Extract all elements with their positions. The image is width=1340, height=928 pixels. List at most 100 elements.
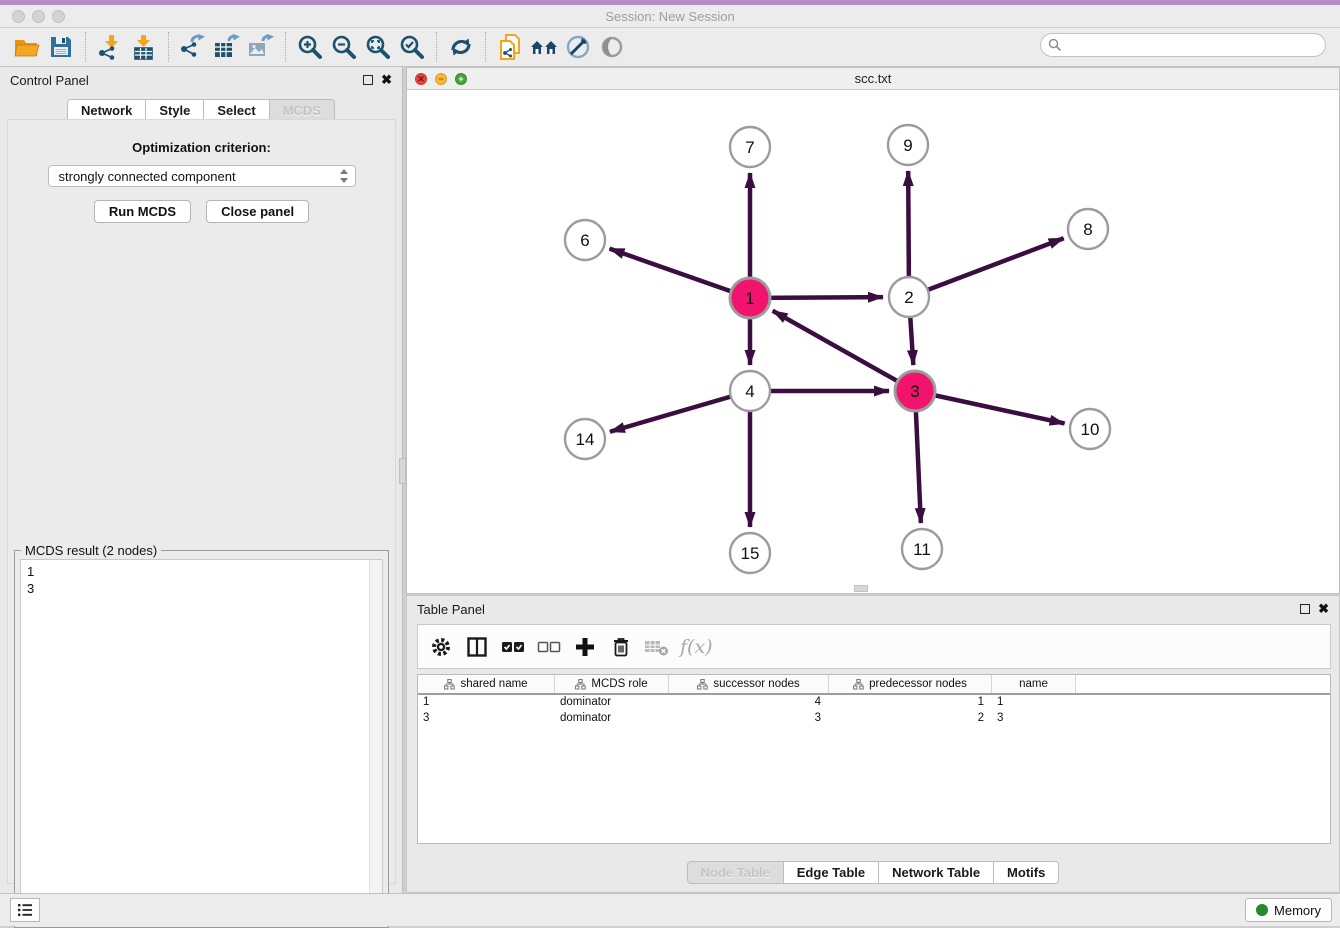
run-mcds-button[interactable]: Run MCDS bbox=[94, 200, 191, 223]
select-all-button[interactable] bbox=[498, 632, 528, 662]
panel-splitter-handle[interactable] bbox=[399, 458, 406, 484]
import-table-button[interactable] bbox=[127, 31, 161, 63]
column-header-label: shared name bbox=[460, 678, 527, 690]
memory-status-icon bbox=[1256, 904, 1268, 916]
graph-node-9[interactable]: 9 bbox=[888, 125, 928, 165]
table-cell[interactable]: 3 bbox=[418, 711, 555, 727]
float-panel-icon[interactable] bbox=[363, 75, 373, 85]
refresh-icon bbox=[448, 34, 474, 60]
import-table-icon bbox=[131, 34, 157, 60]
hide-button[interactable] bbox=[595, 31, 629, 63]
toolbar-separator bbox=[485, 32, 486, 62]
zoom-fit-button[interactable] bbox=[361, 31, 395, 63]
toolbar-separator bbox=[85, 32, 86, 62]
graph-node-15[interactable]: 15 bbox=[730, 533, 770, 573]
table-cell[interactable]: 1 bbox=[418, 695, 555, 711]
float-table-panel-icon[interactable] bbox=[1300, 604, 1310, 614]
graph-edge-3-10[interactable] bbox=[915, 391, 1065, 423]
toolbar-separator bbox=[168, 32, 169, 62]
zoom-selected-button[interactable] bbox=[395, 31, 429, 63]
tab-network-table[interactable]: Network Table bbox=[879, 861, 994, 884]
zoom-out-button[interactable] bbox=[327, 31, 361, 63]
import-network-icon bbox=[97, 34, 123, 60]
table-cell[interactable]: 2 bbox=[829, 711, 992, 727]
table-cell[interactable]: dominator bbox=[555, 711, 669, 727]
tab-motifs[interactable]: Motifs bbox=[994, 861, 1059, 884]
search-field-container bbox=[1040, 33, 1326, 57]
zoom-in-button[interactable] bbox=[293, 31, 327, 63]
clone-network-button[interactable] bbox=[493, 31, 527, 63]
table-cell[interactable]: 3 bbox=[669, 711, 829, 727]
graph-edge-3-1[interactable] bbox=[773, 311, 915, 391]
save-session-button[interactable] bbox=[44, 31, 78, 63]
table-row[interactable]: 3dominator323 bbox=[418, 711, 1330, 727]
column-header-shared-name[interactable]: shared name bbox=[418, 675, 555, 693]
table-cell[interactable]: dominator bbox=[555, 695, 669, 711]
graph-node-10[interactable]: 10 bbox=[1070, 409, 1110, 449]
column-header-successor-nodes[interactable]: successor nodes bbox=[669, 675, 829, 693]
graph-node-3[interactable]: 3 bbox=[895, 371, 935, 411]
mcds-tab-content: Optimization criterion: strongly connect… bbox=[7, 119, 396, 884]
graph-node-7[interactable]: 7 bbox=[730, 127, 770, 167]
tab-node-table[interactable]: Node Table bbox=[687, 861, 784, 884]
export-image-button[interactable] bbox=[244, 31, 278, 63]
network-window-titlebar[interactable]: ✕ − + scc.txt bbox=[407, 68, 1339, 90]
table-settings-button[interactable] bbox=[426, 632, 456, 662]
canvas-resize-handle[interactable] bbox=[854, 585, 868, 592]
table-cell[interactable]: 4 bbox=[669, 695, 829, 711]
tab-edge-table[interactable]: Edge Table bbox=[784, 861, 879, 884]
network-canvas[interactable]: 7 9 6 8 1 2 4 3 14 10 15 11 bbox=[407, 90, 1339, 593]
export-image-icon bbox=[247, 34, 275, 60]
graph-node-11[interactable]: 11 bbox=[902, 529, 942, 569]
mcds-result-area[interactable]: 1 3 bbox=[20, 559, 383, 922]
open-folder-icon bbox=[13, 35, 41, 59]
mcds-result-title: MCDS result (2 nodes) bbox=[21, 543, 161, 558]
graph-node-label: 8 bbox=[1083, 220, 1092, 239]
table-panel-tabs: Node TableEdge TableNetwork TableMotifs bbox=[407, 861, 1339, 884]
graph-edge-1-6[interactable] bbox=[610, 249, 750, 298]
column-header-predecessor-nodes[interactable]: predecessor nodes bbox=[829, 675, 992, 693]
criterion-dropdown[interactable]: strongly connected component bbox=[48, 165, 356, 187]
table-row[interactable]: 1dominator411 bbox=[418, 695, 1330, 711]
column-header-name[interactable]: name bbox=[992, 675, 1076, 693]
table-cell[interactable]: 1 bbox=[992, 695, 1076, 711]
graph-node-1[interactable]: 1 bbox=[730, 278, 770, 318]
ndex-button[interactable] bbox=[527, 31, 561, 63]
graph-node-14[interactable]: 14 bbox=[565, 419, 605, 459]
style-apply-button[interactable] bbox=[561, 31, 595, 63]
status-bar: Memory bbox=[0, 893, 1340, 926]
refresh-layout-button[interactable] bbox=[444, 31, 478, 63]
style-brush-icon bbox=[565, 34, 591, 60]
graph-node-8[interactable]: 8 bbox=[1068, 209, 1108, 249]
node-table[interactable]: shared name MCDS role successor nodesprede… bbox=[417, 674, 1331, 844]
export-network-button[interactable] bbox=[176, 31, 210, 63]
export-table-icon bbox=[213, 34, 241, 60]
result-scrollbar[interactable] bbox=[369, 560, 382, 921]
graph-node-6[interactable]: 6 bbox=[565, 220, 605, 260]
close-panel-icon[interactable]: ✖ bbox=[381, 75, 392, 85]
column-header-mcds-role[interactable]: MCDS role bbox=[555, 675, 669, 693]
unselect-all-button[interactable] bbox=[534, 632, 564, 662]
show-column-button[interactable] bbox=[462, 632, 492, 662]
task-history-button[interactable] bbox=[10, 898, 40, 922]
network-view-window: ✕ − + scc.txt 7 9 6 8 1 2 4 3 14 10 15 11 bbox=[406, 67, 1340, 594]
graph-node-label: 6 bbox=[580, 231, 589, 250]
memory-button[interactable]: Memory bbox=[1245, 898, 1332, 922]
graph-edge-4-14[interactable] bbox=[610, 391, 750, 432]
graph-edge-2-8[interactable] bbox=[909, 238, 1064, 297]
delete-column-button[interactable] bbox=[606, 632, 636, 662]
open-session-button[interactable] bbox=[10, 31, 44, 63]
table-cell[interactable]: 3 bbox=[992, 711, 1076, 727]
table-cell[interactable]: 1 bbox=[829, 695, 992, 711]
table-header-row: shared name MCDS role successor nodesprede… bbox=[418, 675, 1330, 695]
gear-icon bbox=[430, 636, 452, 658]
graph-node-2[interactable]: 2 bbox=[889, 277, 929, 317]
close-table-panel-icon[interactable]: ✖ bbox=[1318, 604, 1329, 614]
create-column-button[interactable] bbox=[570, 632, 600, 662]
import-network-button[interactable] bbox=[93, 31, 127, 63]
search-input[interactable] bbox=[1066, 36, 1325, 54]
export-table-button[interactable] bbox=[210, 31, 244, 63]
close-panel-button[interactable]: Close panel bbox=[206, 200, 309, 223]
column-header-label: MCDS role bbox=[591, 678, 647, 690]
graph-node-4[interactable]: 4 bbox=[730, 371, 770, 411]
